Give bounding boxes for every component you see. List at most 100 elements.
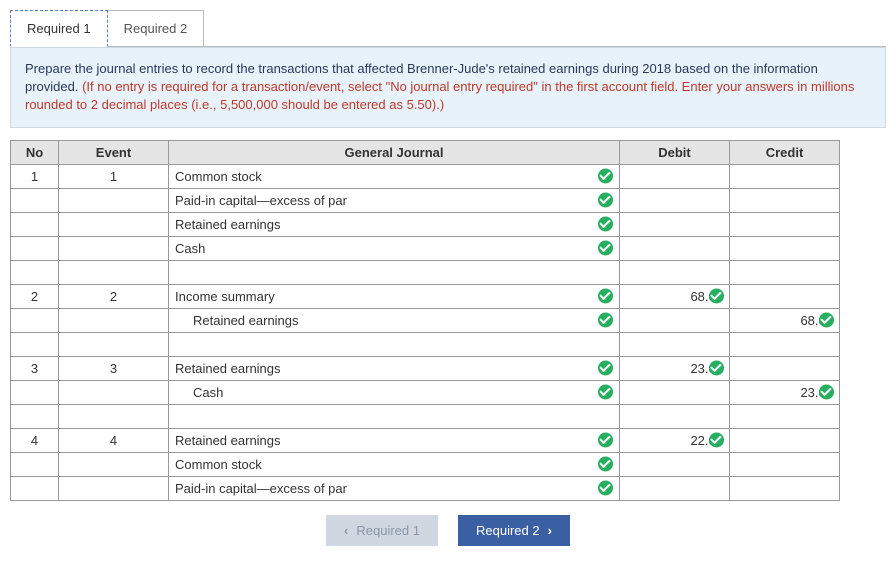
cell-no[interactable] — [11, 404, 59, 428]
account-name: Common stock — [175, 457, 262, 472]
cell-debit[interactable] — [620, 164, 730, 188]
cell-general-journal[interactable]: Cash — [169, 236, 620, 260]
cell-debit[interactable] — [620, 260, 730, 284]
table-row: Paid-in capital—excess of par — [11, 476, 840, 500]
cell-no[interactable]: 4 — [11, 428, 59, 452]
cell-no[interactable]: 2 — [11, 284, 59, 308]
table-row: 22Income summary68.00 — [11, 284, 840, 308]
cell-debit[interactable] — [620, 476, 730, 500]
instructions-panel: Prepare the journal entries to record th… — [10, 47, 886, 128]
table-row: Cash 23.00 — [11, 380, 840, 404]
cell-debit[interactable] — [620, 332, 730, 356]
cell-event[interactable] — [59, 332, 169, 356]
cell-debit[interactable] — [620, 188, 730, 212]
cell-general-journal[interactable]: Retained earnings — [169, 212, 620, 236]
prev-button-label: Required 1 — [356, 523, 420, 538]
cell-credit[interactable] — [730, 236, 840, 260]
cell-credit[interactable] — [730, 452, 840, 476]
cell-no[interactable] — [11, 476, 59, 500]
cell-event[interactable]: 2 — [59, 284, 169, 308]
cell-credit[interactable] — [730, 260, 840, 284]
cell-no[interactable] — [11, 212, 59, 236]
account-name: Retained earnings — [175, 361, 281, 376]
cell-event[interactable]: 4 — [59, 428, 169, 452]
checkmark-icon — [598, 361, 613, 376]
header-general-journal: General Journal — [169, 140, 620, 164]
cell-credit[interactable]: 68.00 — [730, 308, 840, 332]
cell-no[interactable] — [11, 308, 59, 332]
cell-event[interactable] — [59, 212, 169, 236]
cell-debit[interactable] — [620, 308, 730, 332]
chevron-right-icon: › — [548, 523, 552, 538]
cell-event[interactable] — [59, 260, 169, 284]
cell-credit[interactable] — [730, 356, 840, 380]
account-name: Paid-in capital—excess of par — [175, 193, 347, 208]
cell-general-journal[interactable] — [169, 332, 620, 356]
tab-required-1[interactable]: Required 1 — [10, 10, 108, 47]
cell-event[interactable] — [59, 236, 169, 260]
cell-event[interactable]: 3 — [59, 356, 169, 380]
cell-general-journal[interactable]: Retained earnings — [169, 308, 620, 332]
prev-button[interactable]: ‹ Required 1 — [326, 515, 438, 546]
cell-no[interactable] — [11, 332, 59, 356]
cell-debit[interactable] — [620, 236, 730, 260]
cell-debit[interactable] — [620, 404, 730, 428]
cell-debit[interactable]: 22.00 — [620, 428, 730, 452]
cell-general-journal[interactable]: Paid-in capital—excess of par — [169, 188, 620, 212]
cell-no[interactable] — [11, 236, 59, 260]
header-credit: Credit — [730, 140, 840, 164]
table-row: Paid-in capital—excess of par — [11, 188, 840, 212]
table-row: Cash — [11, 236, 840, 260]
cell-general-journal[interactable]: Common stock — [169, 452, 620, 476]
account-name: Cash — [175, 385, 223, 400]
cell-credit[interactable] — [730, 404, 840, 428]
next-button[interactable]: Required 2 › — [458, 515, 570, 546]
cell-debit[interactable]: 68.00 — [620, 284, 730, 308]
cell-credit[interactable] — [730, 284, 840, 308]
cell-general-journal[interactable]: Income summary — [169, 284, 620, 308]
checkmark-icon — [598, 457, 613, 472]
cell-no[interactable] — [11, 260, 59, 284]
cell-event[interactable] — [59, 380, 169, 404]
cell-general-journal[interactable]: Paid-in capital—excess of par — [169, 476, 620, 500]
cell-event[interactable]: 1 — [59, 164, 169, 188]
cell-general-journal[interactable]: Retained earnings — [169, 428, 620, 452]
cell-event[interactable] — [59, 308, 169, 332]
cell-no[interactable]: 3 — [11, 356, 59, 380]
checkmark-icon — [598, 313, 613, 328]
cell-debit[interactable]: 23.00 — [620, 356, 730, 380]
checkmark-icon — [709, 361, 724, 376]
cell-credit[interactable] — [730, 332, 840, 356]
cell-event[interactable] — [59, 476, 169, 500]
cell-no[interactable]: 1 — [11, 164, 59, 188]
tab-required-2[interactable]: Required 2 — [108, 10, 205, 46]
cell-general-journal[interactable] — [169, 260, 620, 284]
cell-event[interactable] — [59, 452, 169, 476]
cell-credit[interactable]: 23.00 — [730, 380, 840, 404]
cell-credit[interactable] — [730, 188, 840, 212]
checkmark-icon — [598, 433, 613, 448]
cell-credit[interactable] — [730, 212, 840, 236]
cell-general-journal[interactable]: Cash — [169, 380, 620, 404]
next-button-label: Required 2 — [476, 523, 540, 538]
checkmark-icon — [709, 289, 724, 304]
cell-general-journal[interactable]: Common stock — [169, 164, 620, 188]
cell-event[interactable] — [59, 404, 169, 428]
general-journal-table: No Event General Journal Debit Credit 11… — [10, 140, 840, 501]
cell-no[interactable] — [11, 188, 59, 212]
account-name: Retained earnings — [175, 217, 281, 232]
cell-no[interactable] — [11, 380, 59, 404]
cell-no[interactable] — [11, 452, 59, 476]
cell-general-journal[interactable] — [169, 404, 620, 428]
account-name: Common stock — [175, 169, 262, 184]
checkmark-icon — [598, 481, 613, 496]
cell-credit[interactable] — [730, 476, 840, 500]
cell-debit[interactable] — [620, 452, 730, 476]
cell-debit[interactable] — [620, 212, 730, 236]
cell-credit[interactable] — [730, 164, 840, 188]
table-header-row: No Event General Journal Debit Credit — [11, 140, 840, 164]
cell-general-journal[interactable]: Retained earnings — [169, 356, 620, 380]
cell-credit[interactable] — [730, 428, 840, 452]
cell-debit[interactable] — [620, 380, 730, 404]
cell-event[interactable] — [59, 188, 169, 212]
